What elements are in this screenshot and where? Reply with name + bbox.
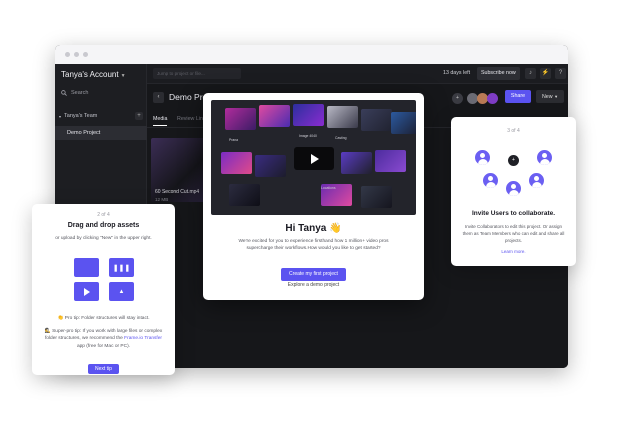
- tip-card-upload: 2 of 4 Drag and drop assets or upload by…: [32, 204, 175, 375]
- new-label: New: [541, 94, 553, 100]
- avatar[interactable]: [487, 93, 498, 104]
- pro-tip: 👏 Pro tip: Folder structures will stay i…: [42, 315, 165, 322]
- tip-title: Drag and drop assets: [67, 222, 140, 229]
- step-indicator: 3 of 4: [507, 128, 520, 134]
- preview-tile: [361, 109, 392, 131]
- integrations-icon[interactable]: ⚡: [540, 68, 551, 79]
- back-icon[interactable]: ‹: [153, 92, 164, 103]
- user-icon: [537, 150, 552, 165]
- window-dot-icon[interactable]: [74, 52, 79, 57]
- invite-body: Invite Collaborators to edit this projec…: [462, 224, 565, 243]
- preview-tile: [341, 152, 372, 174]
- wave-icon: 👋: [329, 223, 342, 234]
- add-user-icon: +: [508, 155, 519, 166]
- preview-tile: [221, 152, 252, 174]
- folder-icon: [74, 258, 99, 277]
- pro-tip-text: Pro tip: Folder structures will stay int…: [64, 316, 150, 321]
- tip-card-invite: 3 of 4 + Invite Users to collaborate. In…: [451, 117, 576, 266]
- preview-tile: [225, 108, 256, 130]
- play-icon: [311, 153, 319, 164]
- bell-icon[interactable]: ♪: [525, 68, 536, 79]
- user-icon: [475, 150, 490, 165]
- account-switcher[interactable]: Tanya's Account ▼: [61, 70, 126, 79]
- search-icon: [61, 90, 67, 96]
- super-pro-tip: 🕵️ Super-pro tip: If you work with large…: [42, 328, 165, 350]
- chevron-down-icon: ▾: [59, 113, 62, 119]
- chevron-down-icon: ▼: [554, 94, 559, 99]
- image-icon: ▲: [109, 282, 134, 301]
- window-dot-icon[interactable]: [83, 52, 88, 57]
- subscribe-button[interactable]: Subscribe now: [477, 67, 520, 80]
- asset-name: 60 Second Cut.mp4: [155, 189, 200, 195]
- add-user-icon[interactable]: +: [452, 93, 463, 104]
- next-tip-button[interactable]: Next tip: [88, 364, 119, 374]
- help-icon[interactable]: ?: [555, 68, 566, 79]
- create-project-button[interactable]: Create my first project: [281, 268, 346, 281]
- welcome-modal: Prana Image 4040 Casting Locations Hi Ta…: [203, 93, 424, 300]
- welcome-title-text: Hi Tanya: [285, 223, 327, 234]
- user-icon: [483, 173, 498, 188]
- collaborators-illustration: +: [451, 142, 576, 197]
- trial-status: 13 days left: [443, 70, 471, 76]
- window-chrome: [55, 45, 568, 64]
- tab-media[interactable]: Media: [153, 116, 168, 126]
- preview-label: Prana: [229, 138, 239, 142]
- learn-more-link[interactable]: Learn more.: [451, 249, 576, 254]
- sidebar-item-demo-project[interactable]: Demo Project: [55, 126, 147, 140]
- step-indicator: 2 of 4: [97, 212, 110, 218]
- jump-search-input[interactable]: Jump to project or file...: [153, 68, 241, 79]
- audio-icon: ❚❚❚: [109, 258, 134, 277]
- preview-tile: [293, 104, 324, 126]
- sidebar-search-label: Search: [71, 90, 89, 96]
- new-button[interactable]: New ▼: [536, 90, 564, 103]
- share-button[interactable]: Share: [505, 90, 531, 103]
- sidebar-search[interactable]: Search: [61, 90, 88, 96]
- preview-tile: [229, 184, 260, 206]
- preview-tile: [375, 150, 406, 172]
- preview-tile: [327, 106, 358, 128]
- play-button[interactable]: [294, 147, 334, 170]
- chevron-down-icon: ▼: [120, 73, 126, 79]
- welcome-title: Hi Tanya 👋: [203, 223, 424, 234]
- preview-tile: [259, 105, 290, 127]
- stage: Tanya's Account ▼ Search ▾ Tanya's Team +…: [0, 0, 624, 424]
- team-name: Tanya's Team: [64, 113, 98, 119]
- account-name: Tanya's Account: [61, 70, 119, 79]
- user-icon: [506, 181, 521, 196]
- asset-size: 12 MB: [155, 197, 169, 202]
- transfer-app-link[interactable]: Frame.io Transfer: [124, 336, 162, 341]
- window-dot-icon[interactable]: [65, 52, 70, 57]
- preview-tile: [391, 112, 416, 134]
- add-project-icon[interactable]: +: [135, 112, 143, 120]
- top-bar: Jump to project or file... 13 days left …: [147, 64, 568, 84]
- detective-icon: 🕵️: [44, 329, 51, 334]
- video-icon: [74, 282, 99, 301]
- super-pro-tip-end: app (free for Mac or PC).: [76, 343, 131, 349]
- invite-title: Invite Users to collaborate.: [471, 210, 556, 217]
- sidebar-team[interactable]: ▾ Tanya's Team +: [59, 112, 143, 120]
- preview-label: Locations: [321, 186, 336, 190]
- preview-tile: [255, 155, 286, 177]
- preview-label: Image 4040: [299, 134, 317, 138]
- explore-demo-link[interactable]: Explore a demo project: [203, 282, 424, 288]
- preview-label: Casting: [335, 136, 347, 140]
- video-preview[interactable]: Prana Image 4040 Casting Locations: [211, 100, 416, 215]
- user-icon: [529, 173, 544, 188]
- welcome-body: We're excited for you to experience firs…: [238, 239, 389, 252]
- preview-tile: [361, 186, 392, 208]
- tip-subtitle: or upload by clicking "New" in the upper…: [55, 236, 152, 241]
- clap-icon: 👏: [57, 316, 64, 321]
